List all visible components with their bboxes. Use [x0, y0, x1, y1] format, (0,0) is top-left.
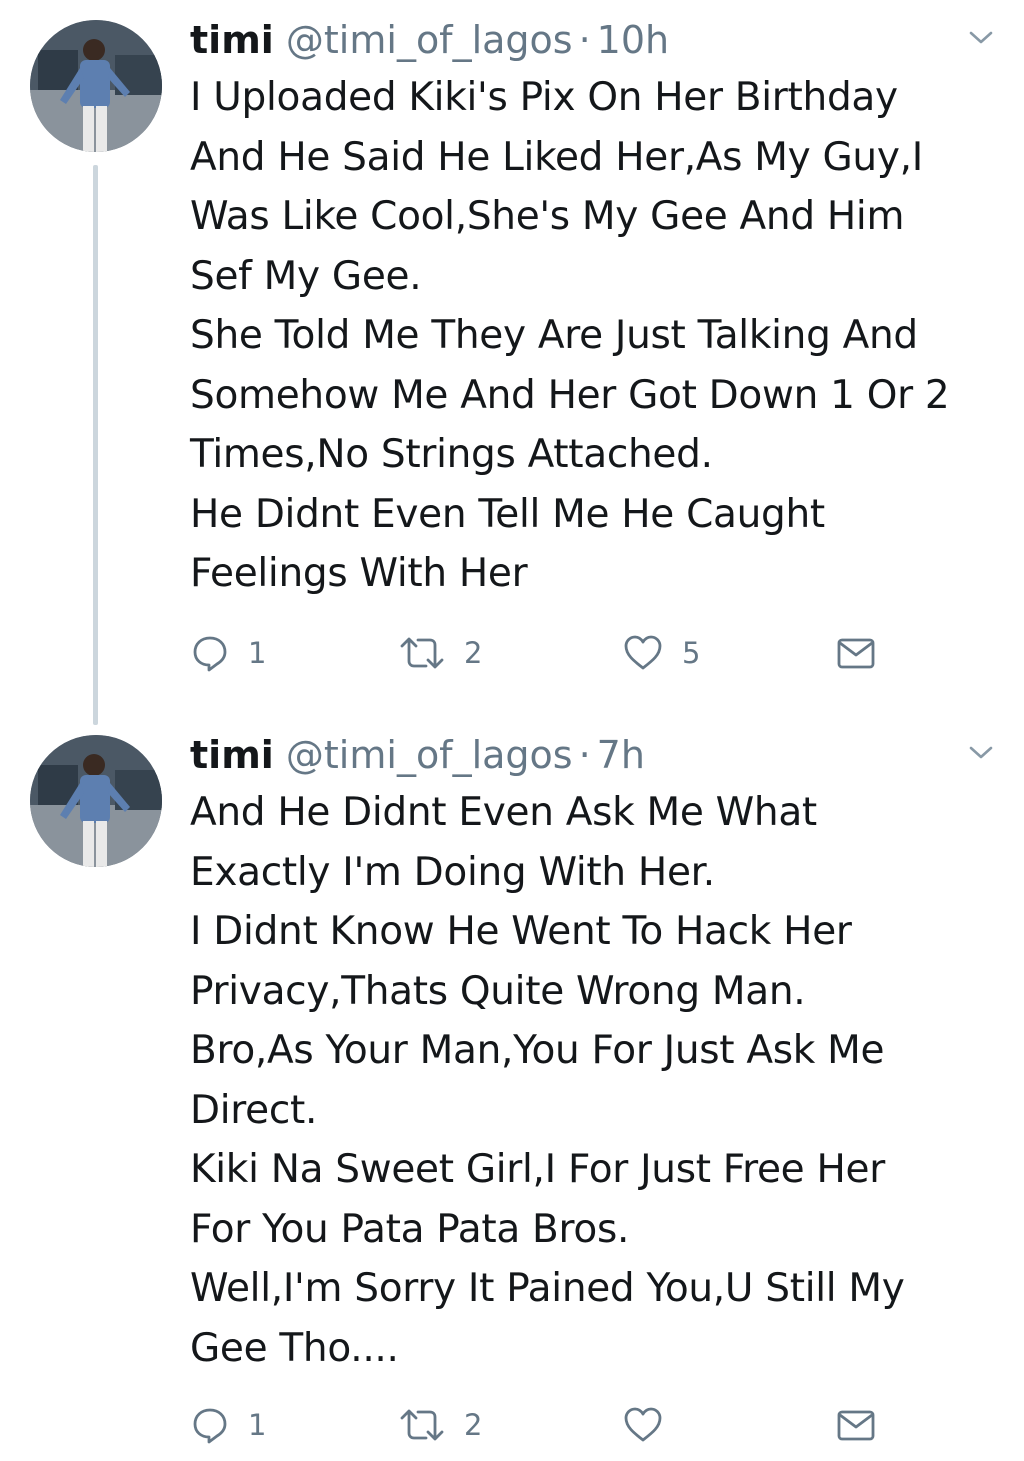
reply-icon [190, 1405, 230, 1445]
direct-message-button[interactable] [835, 628, 877, 678]
tweet-actions: 1 2 5 [190, 628, 890, 678]
retweet-count: 2 [464, 636, 483, 670]
chevron-down-icon[interactable] [968, 743, 994, 763]
retweet-button[interactable]: 2 [398, 1400, 482, 1450]
avatar[interactable] [30, 20, 162, 152]
envelope-icon [835, 633, 877, 673]
reply-button[interactable]: 1 [190, 1400, 266, 1450]
display-name[interactable]: timi [190, 18, 274, 62]
heart-icon [622, 1405, 664, 1445]
retweet-count: 2 [464, 1408, 483, 1442]
like-button[interactable]: 5 [622, 628, 700, 678]
user-handle[interactable]: @timi_of_lagos [286, 18, 573, 62]
tweet-text: I Uploaded Kiki's Pix On Her Birthday An… [190, 75, 950, 596]
timestamp[interactable]: 10h [597, 18, 669, 62]
reply-count: 1 [248, 636, 267, 670]
tweet-header: timi @timi_of_lagos · 7h [190, 729, 645, 781]
tweet-text: And He Didnt Even Ask Me What Exactly I'… [190, 790, 905, 1371]
timestamp[interactable]: 7h [597, 733, 645, 777]
reply-icon [190, 633, 230, 673]
direct-message-button[interactable] [835, 1400, 877, 1450]
display-name[interactable]: timi [190, 733, 274, 777]
retweet-button[interactable]: 2 [398, 628, 482, 678]
tweet-actions: 1 2 [190, 1400, 890, 1450]
separator-dot: · [578, 18, 591, 62]
tweet[interactable]: timi @timi_of_lagos · 7h And He Didnt Even… [0, 715, 1024, 1461]
heart-icon [622, 633, 664, 673]
like-count: 5 [682, 636, 701, 670]
reply-count: 1 [248, 1408, 267, 1442]
like-button[interactable] [622, 1400, 682, 1450]
retweet-icon [398, 1405, 446, 1445]
avatar[interactable] [30, 735, 162, 867]
chevron-down-icon[interactable] [968, 28, 994, 48]
separator-dot: · [578, 733, 591, 777]
tweet-header: timi @timi_of_lagos · 10h [190, 14, 669, 66]
retweet-icon [398, 633, 446, 673]
tweet[interactable]: timi @timi_of_lagos · 10h I Uploaded Kiki'… [0, 0, 1024, 715]
reply-button[interactable]: 1 [190, 628, 266, 678]
user-handle[interactable]: @timi_of_lagos [286, 733, 573, 777]
envelope-icon [835, 1405, 877, 1445]
